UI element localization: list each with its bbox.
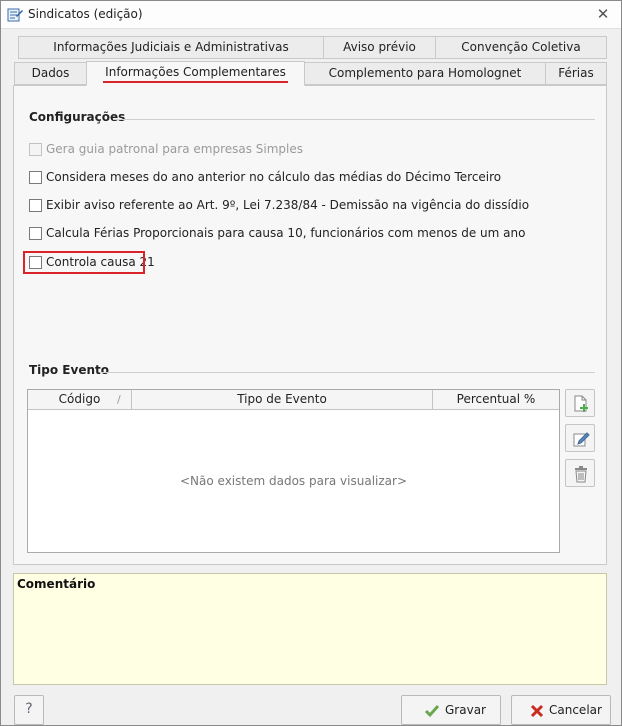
tab-label: Informações Judiciais e Administrativas: [53, 40, 289, 54]
save-label: Gravar: [445, 703, 486, 717]
column-label: Tipo de Evento: [237, 392, 327, 406]
section-title-configuracoes: Configurações: [29, 110, 126, 124]
highlight-box: [23, 251, 145, 274]
delete-event-button[interactable]: [565, 459, 595, 487]
cancel-button[interactable]: Cancelar: [511, 695, 611, 725]
tipo-evento-grid[interactable]: Código / Tipo de Evento Percentual % <Nã…: [27, 389, 560, 553]
option-exibir-aviso[interactable]: Exibir aviso referente ao Art. 9º, Lei 7…: [29, 196, 529, 214]
tab-label: Aviso prévio: [343, 40, 416, 54]
tab-complemento-homolognet[interactable]: Complemento para Homolognet: [304, 62, 546, 85]
sort-indicator-icon: /: [117, 393, 121, 406]
option-label: Considera meses do ano anterior no cálcu…: [46, 170, 502, 184]
edit-event-button[interactable]: [565, 424, 595, 452]
tab-ferias[interactable]: Férias: [545, 62, 607, 85]
section-divider: [101, 372, 595, 373]
close-icon[interactable]: ✕: [593, 4, 613, 24]
option-label: Exibir aviso referente ao Art. 9º, Lei 7…: [46, 198, 530, 212]
tab-convencao-coletiva[interactable]: Convenção Coletiva: [435, 36, 607, 59]
section-title-tipo-evento: Tipo Evento: [29, 363, 109, 377]
checkbox[interactable]: [29, 142, 42, 156]
checkbox[interactable]: [29, 226, 42, 240]
tab-label: Informações Complementares: [103, 64, 288, 83]
tab-informacoes-complementares[interactable]: Informações Complementares: [86, 61, 305, 86]
column-label: Código: [58, 392, 101, 406]
trash-icon: [575, 466, 587, 483]
save-button[interactable]: Gravar: [401, 695, 501, 725]
option-gera-guia-patronal[interactable]: Gera guia patronal para empresas Simples: [29, 140, 303, 158]
help-icon: ?: [25, 701, 33, 717]
comment-title: Comentário: [17, 577, 96, 591]
comment-field[interactable]: Comentário: [13, 573, 607, 685]
column-header-tipo-evento[interactable]: Tipo de Evento: [132, 390, 433, 409]
title-bar: Sindicatos (edição) ✕: [1, 1, 621, 29]
column-header-codigo[interactable]: Código /: [28, 390, 132, 409]
checkbox[interactable]: [29, 198, 42, 212]
tab-aviso-previo[interactable]: Aviso prévio: [323, 36, 436, 59]
option-label: Calcula Férias Proporcionais para causa …: [46, 226, 526, 240]
tab-label: Férias: [558, 66, 594, 80]
section-divider: [113, 119, 595, 120]
cancel-x-icon: [530, 704, 544, 718]
column-header-percentual[interactable]: Percentual %: [433, 390, 559, 409]
tab-label: Convenção Coletiva: [461, 40, 581, 54]
window-icon: [7, 7, 23, 23]
window-title: Sindicatos (edição): [28, 7, 143, 21]
add-document-icon: [574, 395, 588, 412]
tab-label: Dados: [31, 66, 70, 80]
help-button[interactable]: ?: [14, 695, 44, 725]
tab-label: Complemento para Homolognet: [328, 66, 522, 80]
edit-icon: [573, 432, 590, 447]
option-label: Gera guia patronal para empresas Simples: [46, 142, 304, 156]
column-label: Percentual %: [456, 392, 536, 406]
check-icon: [424, 705, 440, 718]
empty-grid-message: <Não existem dados para visualizar>: [179, 474, 407, 488]
add-event-button[interactable]: [565, 389, 595, 417]
tab-informacoes-judiciais[interactable]: Informações Judiciais e Administrativas: [18, 36, 324, 59]
option-calcula-ferias[interactable]: Calcula Férias Proporcionais para causa …: [29, 224, 525, 242]
option-considera-meses[interactable]: Considera meses do ano anterior no cálcu…: [29, 168, 501, 186]
edit-window: Sindicatos (edição) ✕ Informações Judici…: [0, 0, 622, 726]
checkbox[interactable]: [29, 170, 42, 184]
tab-dados[interactable]: Dados: [14, 62, 87, 85]
grid-header: Código / Tipo de Evento Percentual %: [28, 390, 559, 410]
cancel-label: Cancelar: [549, 703, 602, 717]
